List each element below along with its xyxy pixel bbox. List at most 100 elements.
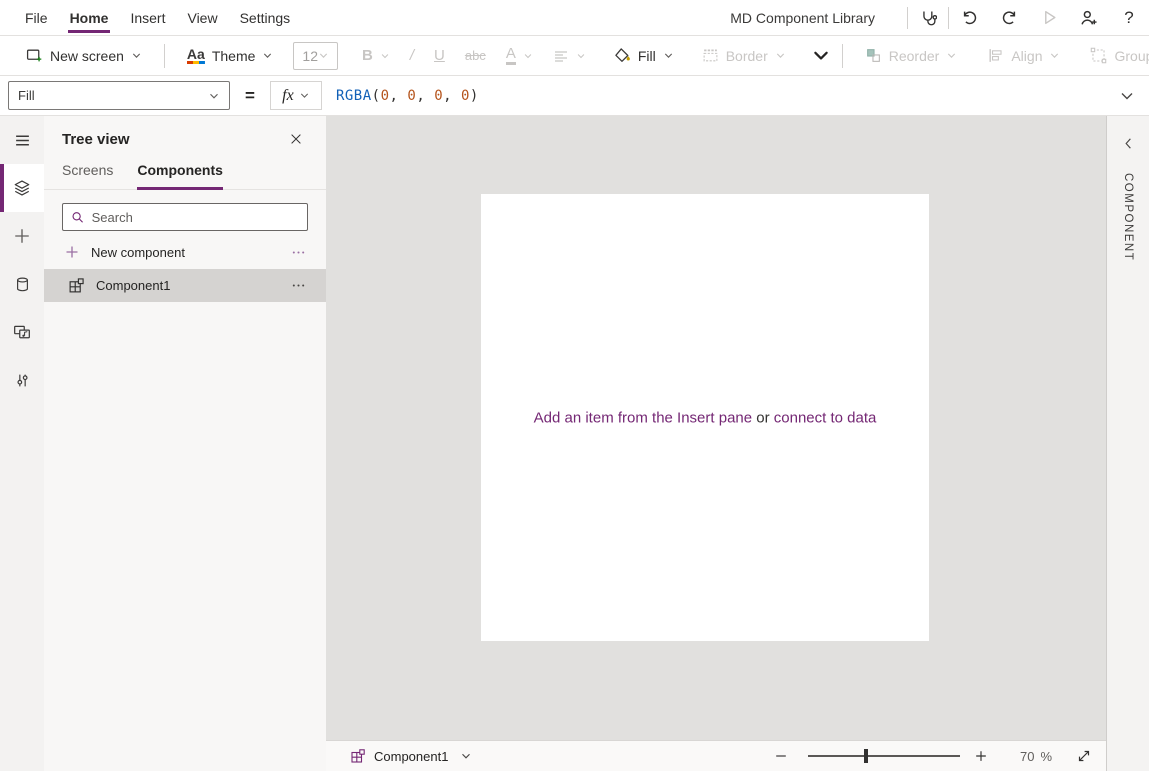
rail-hamburger-button[interactable] [0, 116, 44, 164]
zoom-slider-thumb[interactable] [864, 749, 868, 763]
formula-paren: ( [372, 88, 381, 104]
zoom-out-button[interactable] [774, 749, 794, 763]
component-properties-strip[interactable]: COMPONENT [1106, 116, 1149, 771]
chevron-down-icon [262, 50, 273, 61]
zoom-in-button[interactable] [974, 749, 994, 763]
new-screen-icon [26, 47, 43, 64]
chevron-down-icon [663, 50, 674, 61]
redo-button[interactable] [989, 2, 1029, 34]
rail-media-button[interactable] [0, 308, 44, 356]
media-icon [13, 323, 31, 341]
menu-insert[interactable]: Insert [119, 0, 176, 35]
border-icon [702, 47, 719, 64]
new-screen-button[interactable]: New screen [16, 40, 152, 72]
ellipsis-icon [291, 278, 306, 293]
fill-label: Fill [638, 48, 656, 64]
chevron-down-icon [318, 50, 329, 61]
theme-label: Theme [212, 48, 256, 64]
rail-insert-button[interactable] [0, 212, 44, 260]
component-artboard[interactable]: Add an item from the Insert pane or conn… [481, 194, 929, 641]
connect-data-link[interactable]: connect to data [774, 409, 877, 426]
chevron-down-icon [208, 90, 220, 102]
reorder-button[interactable]: Reorder [855, 40, 968, 72]
plus-icon [13, 227, 31, 245]
search-icon [71, 210, 85, 225]
bold-button[interactable]: B [352, 40, 400, 72]
toolbar: New screen Aa Theme 12 B / U abc A Fill [0, 36, 1149, 76]
chevron-left-icon [1121, 136, 1136, 151]
formula-function: RGBA [336, 88, 372, 104]
insert-pane-link[interactable]: Add an item from the Insert pane [534, 409, 752, 426]
rail-data-button[interactable] [0, 260, 44, 308]
close-panel-button[interactable] [282, 125, 310, 153]
preview-button[interactable] [1029, 2, 1069, 34]
more-options-button[interactable] [291, 245, 306, 260]
formula-bar-expand-button[interactable] [1119, 88, 1135, 104]
new-component-button[interactable]: New component [44, 238, 326, 266]
search-input[interactable] [92, 210, 299, 225]
menubar: File Home Insert View Settings MD Compon… [0, 0, 1149, 36]
font-size-combo[interactable]: 12 [293, 42, 338, 70]
zoom-slider[interactable] [808, 749, 960, 763]
database-icon [14, 276, 31, 293]
text-align-button[interactable] [543, 40, 596, 72]
more-options-button[interactable] [291, 278, 306, 293]
formula-bar: Fill = fx RGBA(0, 0, 0, 0) [0, 76, 1149, 116]
current-component-label: Component1 [374, 749, 448, 764]
rail-advanced-tools-button[interactable] [0, 356, 44, 404]
search-box [62, 203, 308, 231]
menu-settings[interactable]: Settings [229, 0, 302, 35]
strikethrough-button[interactable]: abc [455, 40, 496, 72]
tree-view-title: Tree view [62, 131, 130, 148]
font-color-button[interactable]: A [496, 40, 543, 72]
app-title: MD Component Library [730, 10, 875, 26]
font-size-value: 12 [302, 48, 318, 64]
layers-icon [13, 179, 31, 197]
fx-dropdown[interactable]: fx [270, 81, 322, 110]
app-checker-button[interactable] [908, 2, 948, 34]
border-button[interactable]: Border [692, 40, 796, 72]
component-icon [350, 748, 366, 764]
menu-view[interactable]: View [176, 0, 228, 35]
chevron-down-icon [576, 51, 586, 61]
undo-button[interactable] [949, 2, 989, 34]
chevron-down-icon [946, 50, 957, 61]
component-selector[interactable]: Component1 [350, 748, 472, 764]
expand-panel-button[interactable] [1121, 136, 1136, 151]
divider [164, 44, 165, 68]
main-area: Tree view Screens Components New compone… [0, 116, 1149, 771]
align-objects-icon [987, 47, 1004, 64]
align-objects-button[interactable]: Align [977, 40, 1070, 72]
formula-number: 0 [407, 88, 416, 104]
reorder-icon [865, 47, 882, 64]
share-button[interactable] [1069, 2, 1109, 34]
help-button[interactable]: ? [1109, 2, 1149, 34]
ellipsis-icon [291, 245, 306, 260]
property-dropdown[interactable]: Fill [8, 81, 230, 110]
chevron-down-icon [299, 90, 310, 101]
tree-item-component1[interactable]: Component1 [44, 269, 326, 302]
tab-components[interactable]: Components [137, 162, 223, 190]
group-button[interactable]: Group [1080, 40, 1149, 72]
rail-tree-view-button[interactable] [0, 164, 44, 212]
formula-input[interactable]: RGBA(0, 0, 0, 0) [336, 88, 479, 104]
menu-file[interactable]: File [14, 0, 59, 35]
play-icon [1041, 9, 1058, 26]
toolbar-overflow-button[interactable] [812, 47, 830, 65]
fit-to-window-button[interactable] [1076, 748, 1092, 764]
underline-icon: U [434, 47, 445, 64]
bottom-bar: Component1 70 % [326, 740, 1106, 771]
theme-button[interactable]: Aa Theme [177, 40, 283, 72]
component-icon [68, 277, 85, 294]
tab-screens[interactable]: Screens [62, 162, 113, 189]
italic-button[interactable]: / [400, 40, 424, 72]
fx-icon: fx [282, 87, 294, 105]
reorder-label: Reorder [889, 48, 940, 64]
plus-icon [64, 244, 80, 260]
zoom-slider-track [808, 755, 960, 757]
underline-button[interactable]: U [424, 40, 455, 72]
formula-paren: ) [470, 88, 479, 104]
theme-icon: Aa [187, 47, 205, 64]
menu-home[interactable]: Home [59, 0, 120, 35]
fill-button[interactable]: Fill [604, 40, 684, 72]
